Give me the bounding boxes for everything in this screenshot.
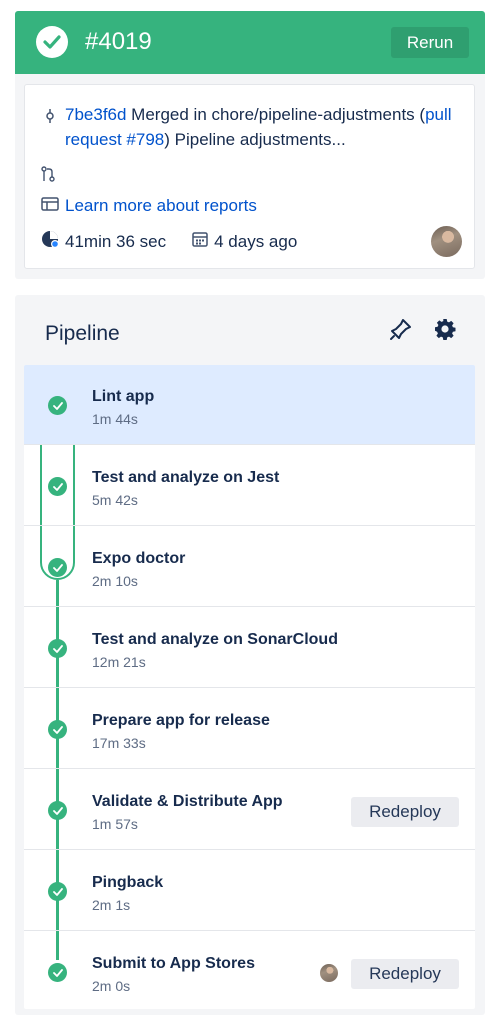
redeploy-button[interactable]: Redeploy <box>351 959 459 989</box>
clock-icon <box>41 230 60 253</box>
commit-message-tail: ) Pipeline adjustments... <box>164 130 346 149</box>
pipeline-title: Pipeline <box>45 322 120 345</box>
step-row-lint-app[interactable]: Lint app 1m 44s <box>24 365 475 445</box>
build-number: #4019 <box>85 28 152 55</box>
build-header: #4019 Rerun <box>15 11 485 74</box>
reports-row: Learn more about reports <box>41 196 257 216</box>
step-success-icon <box>48 963 67 982</box>
pipeline-panel: Pipeline Lint app 1m 44s Test and analyz… <box>15 295 485 1015</box>
step-duration: 1m 44s <box>92 411 138 427</box>
step-success-icon <box>48 720 67 739</box>
step-success-icon <box>48 477 67 496</box>
build-duration: 41min 36 sec <box>65 231 167 251</box>
step-row-prepare-release[interactable]: Prepare app for release 17m 33s <box>24 689 475 769</box>
step-row-pingback[interactable]: Pingback 2m 1s <box>24 851 475 931</box>
step-name: Pingback <box>92 874 164 891</box>
step-name: Prepare app for release <box>92 712 270 729</box>
step-duration: 17m 33s <box>92 735 146 751</box>
step-row-sonarcloud[interactable]: Test and analyze on SonarCloud 12m 21s <box>24 608 475 688</box>
gear-icon[interactable] <box>433 317 457 346</box>
step-name: Lint app <box>92 388 155 405</box>
step-row-expo-doctor[interactable]: Expo doctor 2m 10s <box>24 527 475 607</box>
commit-description: 7be3f6d Merged in chore/pipeline-adjustm… <box>65 102 465 152</box>
step-duration: 1m 57s <box>92 816 138 832</box>
step-success-icon <box>48 558 67 577</box>
step-row-test-jest[interactable]: Test and analyze on Jest 5m 42s <box>24 446 475 526</box>
build-date: 4 days ago <box>214 231 298 251</box>
pin-icon[interactable] <box>389 317 413 346</box>
learn-more-reports-link[interactable]: Learn more about reports <box>65 196 257 216</box>
step-name: Validate & Distribute App <box>92 793 283 810</box>
step-success-icon <box>48 639 67 658</box>
deployer-avatar[interactable] <box>320 964 338 982</box>
step-duration: 5m 42s <box>92 492 138 508</box>
author-avatar[interactable] <box>431 226 462 257</box>
calendar-icon <box>192 231 208 252</box>
step-success-icon <box>48 882 67 901</box>
success-check-icon <box>36 26 68 58</box>
step-row-validate-distribute[interactable]: Validate & Distribute App 1m 57s Redeplo… <box>24 770 475 850</box>
step-name: Test and analyze on SonarCloud <box>92 631 338 648</box>
pull-request-icon <box>41 166 55 187</box>
rerun-button[interactable]: Rerun <box>391 27 469 58</box>
step-name: Expo doctor <box>92 550 186 567</box>
pipeline-steps-list: Lint app 1m 44s Test and analyze on Jest… <box>24 365 475 1009</box>
redeploy-button[interactable]: Redeploy <box>351 797 459 827</box>
step-duration: 2m 0s <box>92 978 131 994</box>
step-name: Submit to App Stores <box>92 955 255 972</box>
commit-message-part: Merged in chore/pipeline-adjustments ( <box>126 105 426 124</box>
step-success-icon <box>48 396 67 415</box>
commit-icon <box>44 109 56 128</box>
report-icon <box>41 196 59 216</box>
step-duration: 2m 10s <box>92 573 138 589</box>
commit-hash-link[interactable]: 7be3f6d <box>65 105 126 124</box>
step-duration: 2m 1s <box>92 897 131 913</box>
step-row-submit-app-stores[interactable]: Submit to App Stores 2m 0s Redeploy <box>24 932 475 1009</box>
step-duration: 12m 21s <box>92 654 146 670</box>
build-meta-row: 41min 36 sec 4 days ago <box>41 230 297 253</box>
step-success-icon <box>48 801 67 820</box>
step-name: Test and analyze on Jest <box>92 469 280 486</box>
